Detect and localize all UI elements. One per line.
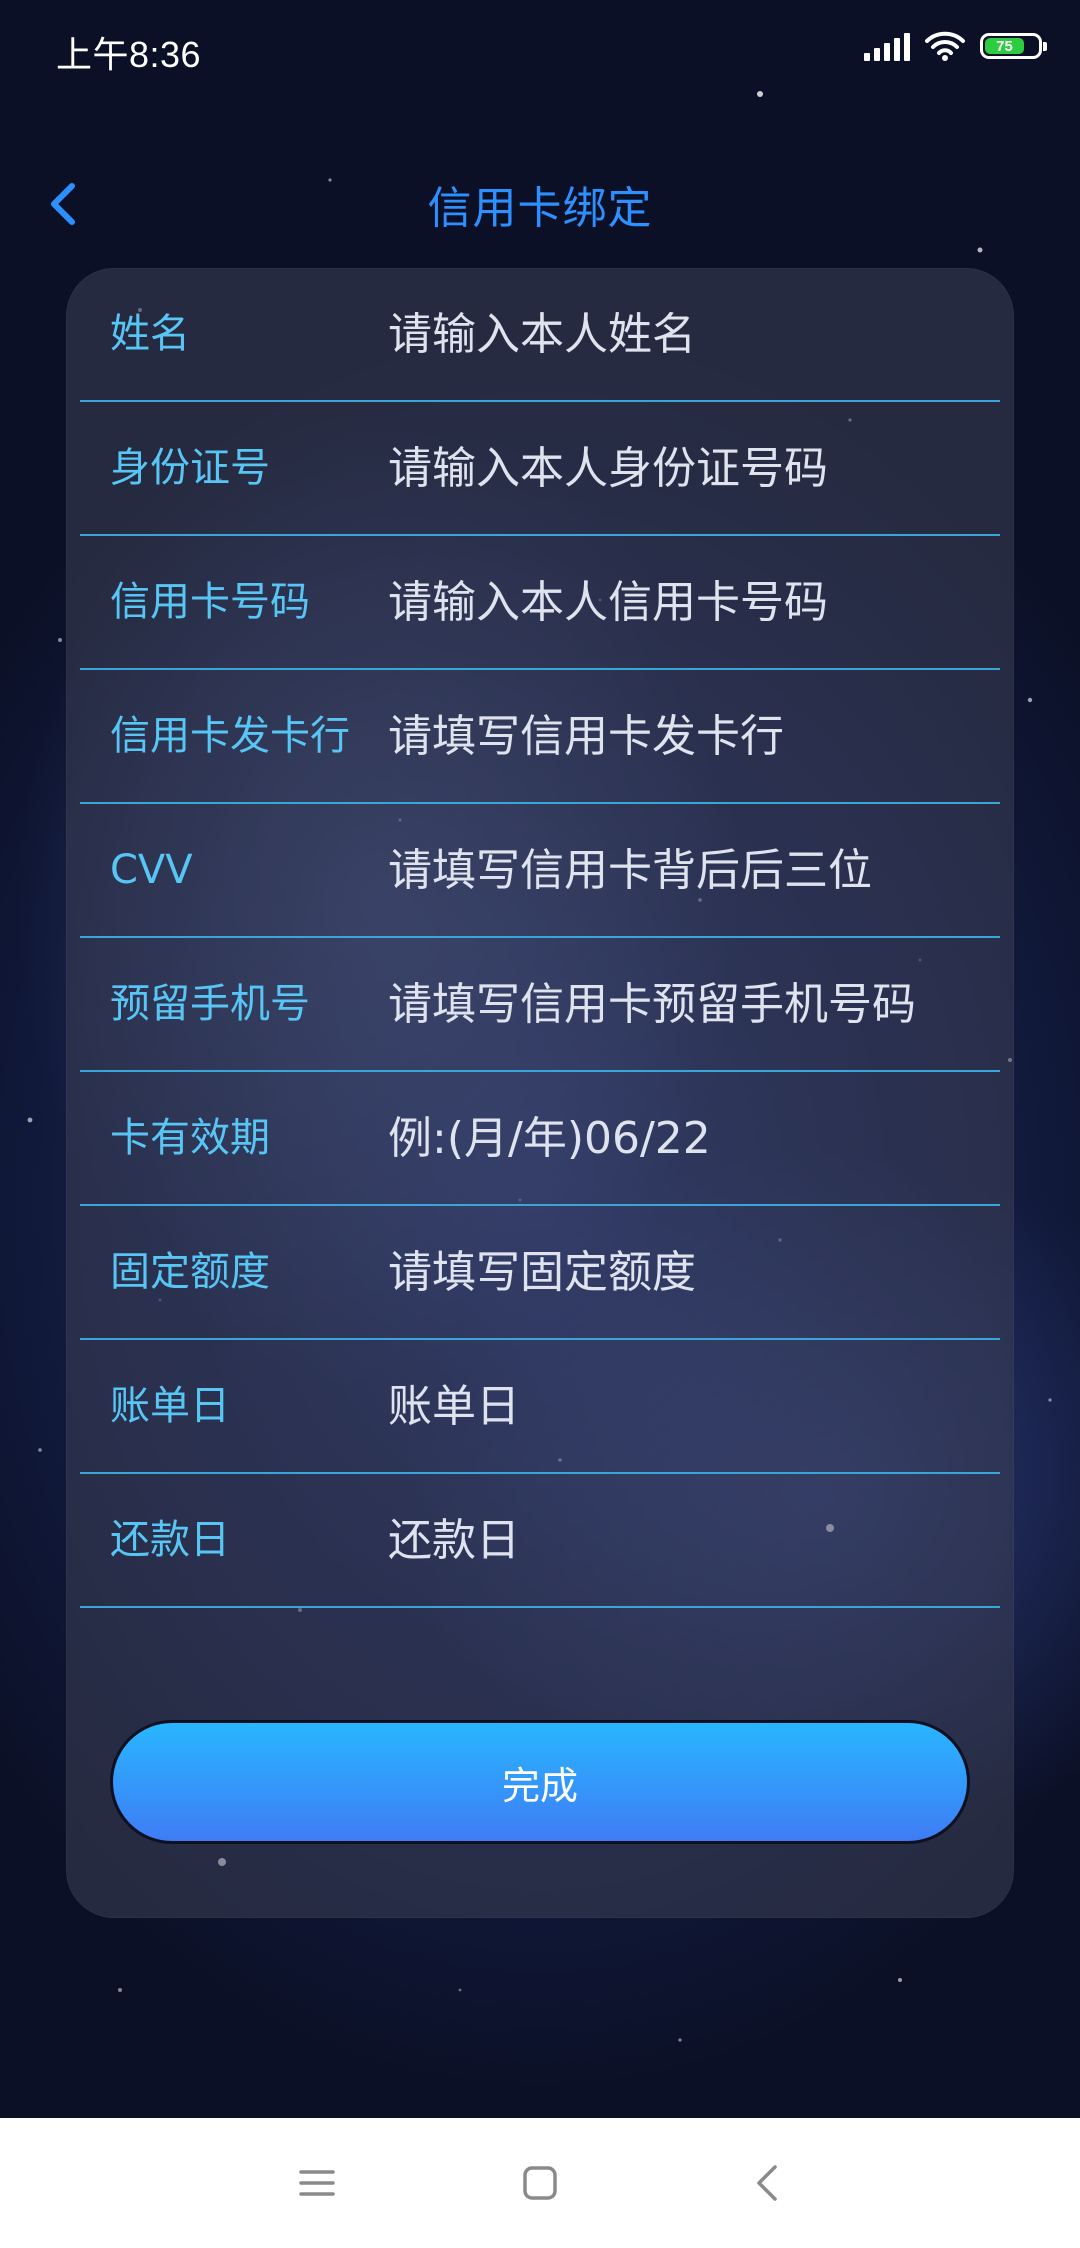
form-row-expiry: 卡有效期 <box>80 1072 1000 1206</box>
form-row-repayment-day: 还款日 <box>80 1474 1000 1608</box>
expiry-label: 卡有效期 <box>110 1115 270 1161</box>
cvv-input[interactable] <box>388 832 988 908</box>
statement-day-input[interactable] <box>388 1368 988 1444</box>
form-row-phone: 预留手机号 <box>80 938 1000 1072</box>
name-input[interactable] <box>388 296 988 372</box>
credit-limit-input[interactable] <box>388 1234 988 1310</box>
status-bar: 上午8:36 75 <box>0 0 1080 96</box>
battery-icon: 75 <box>980 33 1047 59</box>
battery-level: 75 <box>996 37 1013 55</box>
card-number-label: 信用卡号码 <box>110 579 310 625</box>
name-label: 姓名 <box>110 311 190 357</box>
cvv-label: CVV <box>110 847 193 893</box>
system-nav-bar <box>0 2118 1080 2248</box>
screen: 上午8:36 75 信用卡绑定 姓名 请输入本人姓名 身份证号 请输入本人身份证… <box>0 0 1080 2248</box>
page-title: 信用卡绑定 <box>427 183 653 234</box>
back-triangle-icon <box>757 2165 777 2201</box>
battery-fill: 75 <box>985 38 1024 54</box>
menu-button[interactable] <box>282 2148 352 2218</box>
submit-button-label: 完成 <box>501 1763 578 1808</box>
form-card: 姓名 身份证号 信用卡号码 信用卡发卡行 CVV 预留手机号 卡有效期 固定额 <box>66 268 1014 1918</box>
system-back-button[interactable] <box>732 2148 802 2218</box>
status-time: 上午8:36 <box>56 34 202 75</box>
card-number-input[interactable] <box>388 564 988 640</box>
id-number-input[interactable] <box>388 430 988 506</box>
issuer-input[interactable] <box>388 698 988 774</box>
phone-label: 预留手机号 <box>110 981 310 1027</box>
form-row-statement-day: 账单日 <box>80 1340 1000 1474</box>
statement-day-label: 账单日 <box>110 1383 230 1429</box>
expiry-input[interactable] <box>388 1100 988 1176</box>
status-icons: 75 <box>864 30 1047 62</box>
repayment-day-label: 还款日 <box>110 1517 230 1563</box>
issuer-label: 信用卡发卡行 <box>110 713 350 759</box>
form-row-card-number: 信用卡号码 <box>80 536 1000 670</box>
credit-limit-label: 固定额度 <box>110 1249 270 1295</box>
home-button[interactable] <box>505 2148 575 2218</box>
id-number-label: 身份证号 <box>110 445 270 491</box>
form-row-cvv: CVV <box>80 804 1000 938</box>
form-row-issuer: 信用卡发卡行 <box>80 670 1000 804</box>
menu-icon <box>299 2170 335 2196</box>
signal-icon <box>864 31 910 61</box>
form-row-credit-limit: 固定额度 <box>80 1206 1000 1340</box>
repayment-day-input[interactable] <box>388 1502 988 1578</box>
form-row-name: 姓名 <box>80 268 1000 402</box>
phone-input[interactable] <box>388 966 988 1042</box>
home-square-icon <box>523 2166 557 2200</box>
wifi-icon <box>925 31 965 61</box>
form-row-id-number: 身份证号 <box>80 402 1000 536</box>
submit-button[interactable]: 完成 <box>110 1720 970 1844</box>
